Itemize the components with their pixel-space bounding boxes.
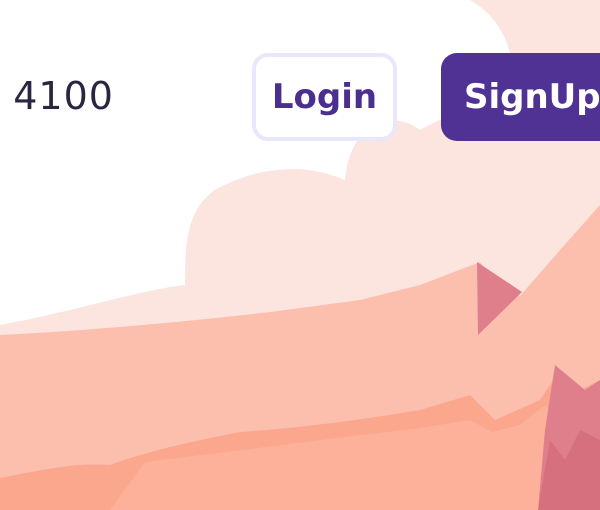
login-button[interactable]: Login — [252, 53, 397, 141]
header: 0 4100 Login SignUp — [0, 0, 600, 150]
page: 0 4100 Login SignUp — [0, 0, 600, 510]
phone-number: 0 4100 — [0, 74, 114, 118]
signup-button[interactable]: SignUp — [441, 53, 600, 141]
